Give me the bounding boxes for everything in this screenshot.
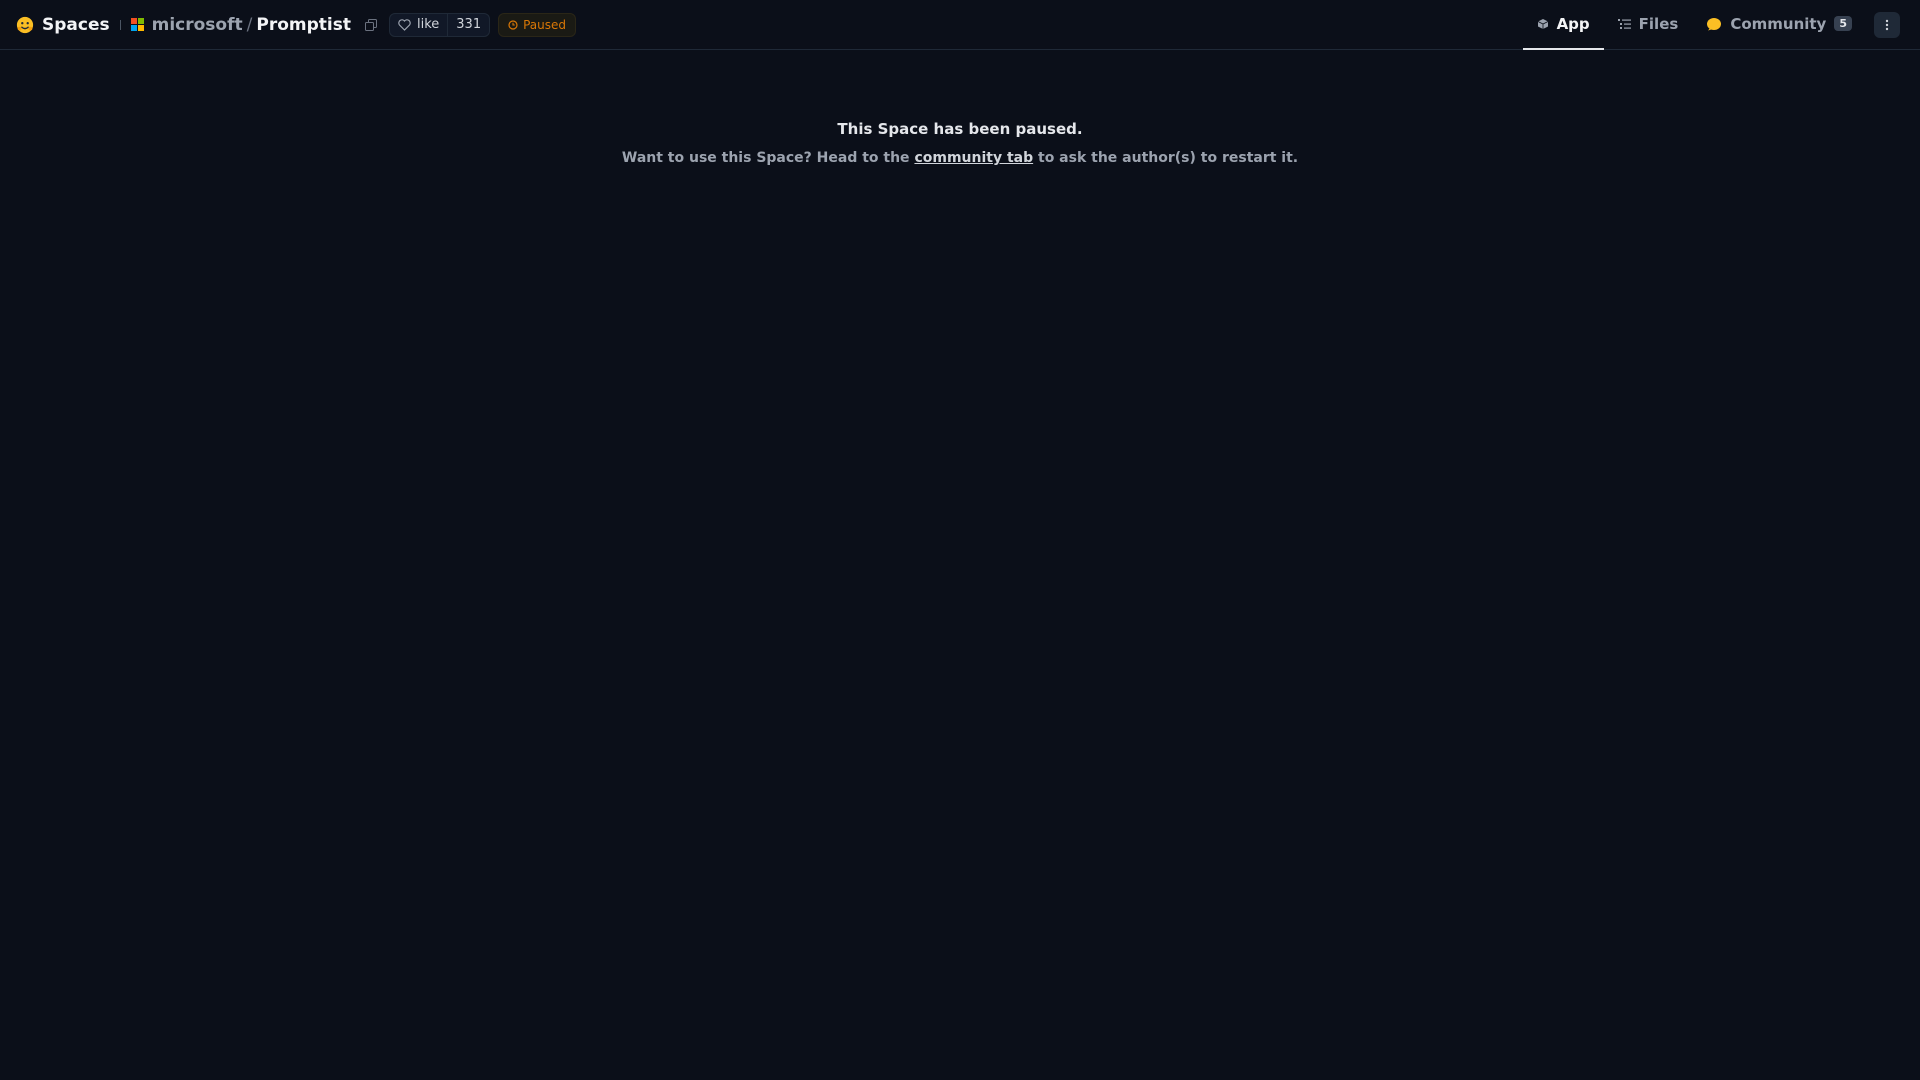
community-icon — [1707, 17, 1722, 30]
status-label: Paused — [523, 17, 567, 32]
header-divider — [119, 19, 121, 30]
files-icon — [1617, 18, 1631, 29]
spaces-label: Spaces — [42, 14, 110, 35]
header-left: Spaces microsoft / Promptist like 331 Pa… — [0, 0, 577, 50]
repo-path: microsoft / Promptist — [130, 14, 379, 35]
microsoft-logo-icon — [130, 18, 144, 31]
spaces-brand-link[interactable]: Spaces — [16, 15, 110, 35]
status-badge: Paused — [498, 12, 577, 37]
pause-clock-icon — [508, 19, 518, 30]
copy-repo-name-button[interactable] — [363, 17, 379, 33]
top-header: Spaces microsoft / Promptist like 331 Pa… — [0, 0, 1920, 50]
repo-name-link[interactable]: Promptist — [256, 15, 351, 35]
paused-message: Want to use this Space? Head to the comm… — [622, 150, 1298, 166]
community-count-badge: 5 — [1834, 16, 1852, 31]
repo-separator: / — [246, 14, 253, 35]
repo-owner-link[interactable]: microsoft — [152, 15, 243, 35]
paused-message-before: Want to use this Space? Head to the — [621, 150, 910, 166]
header-tabs: App Files Community 5 — [1522, 0, 1920, 50]
tab-community[interactable]: Community 5 — [1692, 0, 1866, 50]
copy-icon — [364, 18, 377, 31]
cube-icon — [1537, 18, 1548, 29]
tab-files[interactable]: Files — [1604, 0, 1693, 50]
tab-app-label: App — [1556, 14, 1590, 33]
paused-message-after: to ask the author(s) to restart it. — [1038, 150, 1299, 166]
like-count[interactable]: 331 — [447, 13, 489, 36]
hugging-face-logo-icon — [16, 16, 34, 33]
tab-app[interactable]: App — [1522, 0, 1604, 50]
more-options-button[interactable] — [1874, 11, 1900, 38]
like-button[interactable]: like 331 — [388, 12, 491, 37]
like-label: like — [416, 17, 440, 32]
heart-icon — [398, 18, 411, 31]
paused-title: This Space has been paused. — [837, 120, 1083, 138]
tab-community-label: Community — [1730, 14, 1827, 33]
paused-notice: This Space has been paused. Want to use … — [0, 120, 1920, 166]
community-tab-link[interactable]: community tab — [914, 150, 1033, 166]
tab-files-label: Files — [1638, 14, 1679, 33]
vertical-dots-icon — [1885, 19, 1889, 30]
like-main: like — [390, 14, 447, 36]
